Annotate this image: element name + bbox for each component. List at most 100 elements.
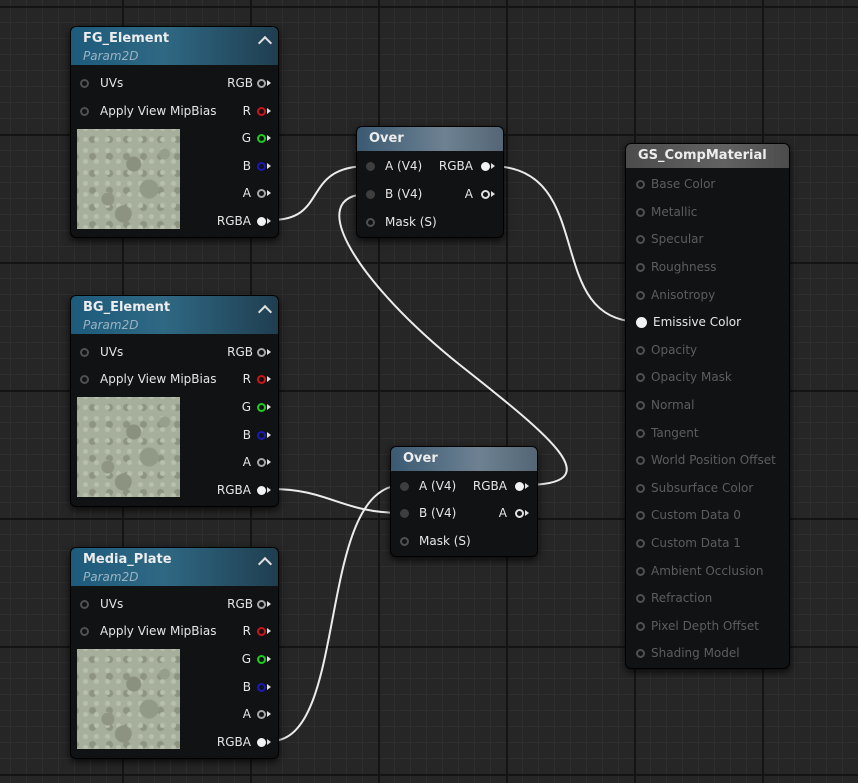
pin-icon[interactable]: [636, 290, 645, 300]
pin-icon[interactable]: [636, 510, 645, 520]
pin-icon[interactable]: [257, 682, 266, 692]
output-pin-r[interactable]: R: [243, 369, 271, 389]
pin-icon[interactable]: [400, 536, 409, 546]
output-pin-rgba[interactable]: RGBA: [473, 476, 529, 496]
pin-icon[interactable]: [257, 161, 266, 171]
node-over-1[interactable]: Over A (V4) B (V4) Mask (S) RGBA A: [356, 126, 504, 238]
node-material-result[interactable]: GS_CompMaterial Base Color Metallic Spec…: [625, 143, 790, 669]
pin-icon[interactable]: [636, 372, 645, 382]
pin-icon[interactable]: [257, 133, 266, 143]
material-input-base-color[interactable]: Base Color: [636, 174, 715, 194]
material-input-world-position-offset[interactable]: World Position Offset: [636, 450, 776, 470]
pin-icon[interactable]: [257, 737, 266, 747]
output-pin-a[interactable]: A: [243, 452, 271, 472]
output-pin-rgb[interactable]: RGB: [227, 594, 271, 614]
pin-icon[interactable]: [366, 217, 375, 227]
node-header[interactable]: BG_Element Param2D: [71, 296, 278, 334]
input-pin-a[interactable]: A (V4): [366, 156, 422, 176]
pin-icon[interactable]: [257, 106, 266, 116]
pin-icon[interactable]: [257, 626, 266, 636]
output-pin-rgba[interactable]: RGBA: [439, 156, 495, 176]
input-pin-a[interactable]: A (V4): [400, 476, 456, 496]
pin-icon[interactable]: [257, 599, 266, 609]
material-input-normal[interactable]: Normal: [636, 395, 694, 415]
input-pin-mipbias[interactable]: Apply View MipBias: [80, 101, 216, 121]
material-input-custom-data-1[interactable]: Custom Data 1: [636, 533, 741, 553]
wire-bg-rgba-to-over2-b[interactable]: [270, 488, 404, 514]
pin-icon[interactable]: [636, 316, 647, 328]
pin-icon[interactable]: [80, 347, 89, 357]
output-pin-r[interactable]: R: [243, 621, 271, 641]
pin-icon[interactable]: [257, 188, 266, 198]
pin-icon[interactable]: [636, 483, 645, 493]
pin-icon[interactable]: [636, 648, 645, 658]
pin-icon[interactable]: [636, 455, 645, 465]
pin-icon[interactable]: [257, 347, 266, 357]
material-input-roughness[interactable]: Roughness: [636, 257, 716, 277]
pin-icon[interactable]: [515, 508, 524, 518]
material-input-metallic[interactable]: Metallic: [636, 202, 697, 222]
pin-icon[interactable]: [257, 709, 266, 719]
pin-icon[interactable]: [636, 593, 645, 603]
material-input-opacity-mask[interactable]: Opacity Mask: [636, 367, 732, 387]
material-input-specular[interactable]: Specular: [636, 229, 703, 249]
node-header[interactable]: Over: [391, 447, 537, 471]
wire-media-rgba-to-over2-a[interactable]: [270, 484, 404, 742]
pin-icon[interactable]: [366, 161, 375, 171]
material-input-shading-model[interactable]: Shading Model: [636, 643, 740, 663]
pin-icon[interactable]: [400, 481, 409, 491]
pin-icon[interactable]: [636, 428, 645, 438]
material-input-subsurface-color[interactable]: Subsurface Color: [636, 478, 753, 498]
output-pin-r[interactable]: R: [243, 101, 271, 121]
pin-icon[interactable]: [481, 161, 490, 171]
node-header[interactable]: FG_Element Param2D: [71, 27, 278, 65]
output-pin-a[interactable]: A: [465, 184, 495, 204]
output-pin-a[interactable]: A: [243, 704, 271, 724]
output-pin-a[interactable]: A: [499, 503, 529, 523]
pin-icon[interactable]: [257, 78, 266, 88]
input-pin-mipbias[interactable]: Apply View MipBias: [80, 621, 216, 641]
input-pin-b[interactable]: B (V4): [366, 184, 422, 204]
output-pin-g[interactable]: G: [242, 397, 271, 417]
material-input-ambient-occlusion[interactable]: Ambient Occlusion: [636, 561, 763, 581]
wire-fg-rgba-to-over1-a[interactable]: [270, 165, 370, 221]
pin-icon[interactable]: [636, 234, 645, 244]
node-bg-element[interactable]: BG_Element Param2D UVs Apply View MipBia…: [70, 295, 279, 507]
node-fg-element[interactable]: FG_Element Param2D UVs Apply View MipBia…: [70, 26, 279, 238]
output-pin-g[interactable]: G: [242, 649, 271, 669]
pin-icon[interactable]: [257, 430, 266, 440]
pin-icon[interactable]: [366, 189, 375, 199]
material-input-tangent[interactable]: Tangent: [636, 423, 699, 443]
material-input-anisotropy[interactable]: Anisotropy: [636, 285, 715, 305]
pin-icon[interactable]: [636, 566, 645, 576]
input-pin-mipbias[interactable]: Apply View MipBias: [80, 369, 216, 389]
pin-icon[interactable]: [636, 207, 645, 217]
pin-icon[interactable]: [636, 400, 645, 410]
material-input-pixel-depth-offset[interactable]: Pixel Depth Offset: [636, 616, 759, 636]
pin-icon[interactable]: [636, 345, 645, 355]
wire-over1-rgba-to-material-emissive[interactable]: [489, 165, 642, 323]
input-pin-uvs[interactable]: UVs: [80, 594, 123, 614]
pin-icon[interactable]: [257, 216, 266, 226]
node-over-2[interactable]: Over A (V4) B (V4) Mask (S) RGBA A: [390, 446, 538, 557]
output-pin-a[interactable]: A: [243, 183, 271, 203]
pin-icon[interactable]: [636, 179, 645, 189]
output-pin-rgb[interactable]: RGB: [227, 342, 271, 362]
output-pin-b[interactable]: B: [243, 156, 271, 176]
material-input-opacity[interactable]: Opacity: [636, 340, 697, 360]
pin-icon[interactable]: [636, 538, 645, 548]
pin-icon[interactable]: [481, 189, 490, 199]
pin-icon[interactable]: [257, 402, 266, 412]
node-header[interactable]: Over: [357, 127, 503, 151]
pin-icon[interactable]: [400, 508, 409, 518]
input-pin-mask[interactable]: Mask (S): [400, 531, 471, 551]
pin-icon[interactable]: [257, 485, 266, 495]
material-input-emissive-color[interactable]: Emissive Color: [636, 312, 741, 332]
output-pin-b[interactable]: B: [243, 425, 271, 445]
pin-icon[interactable]: [80, 106, 89, 116]
output-pin-rgba[interactable]: RGBA: [217, 211, 271, 231]
node-header[interactable]: Media_Plate Param2D: [71, 548, 278, 586]
pin-icon[interactable]: [257, 654, 266, 664]
input-pin-mask[interactable]: Mask (S): [366, 212, 437, 232]
output-pin-rgba[interactable]: RGBA: [217, 480, 271, 500]
